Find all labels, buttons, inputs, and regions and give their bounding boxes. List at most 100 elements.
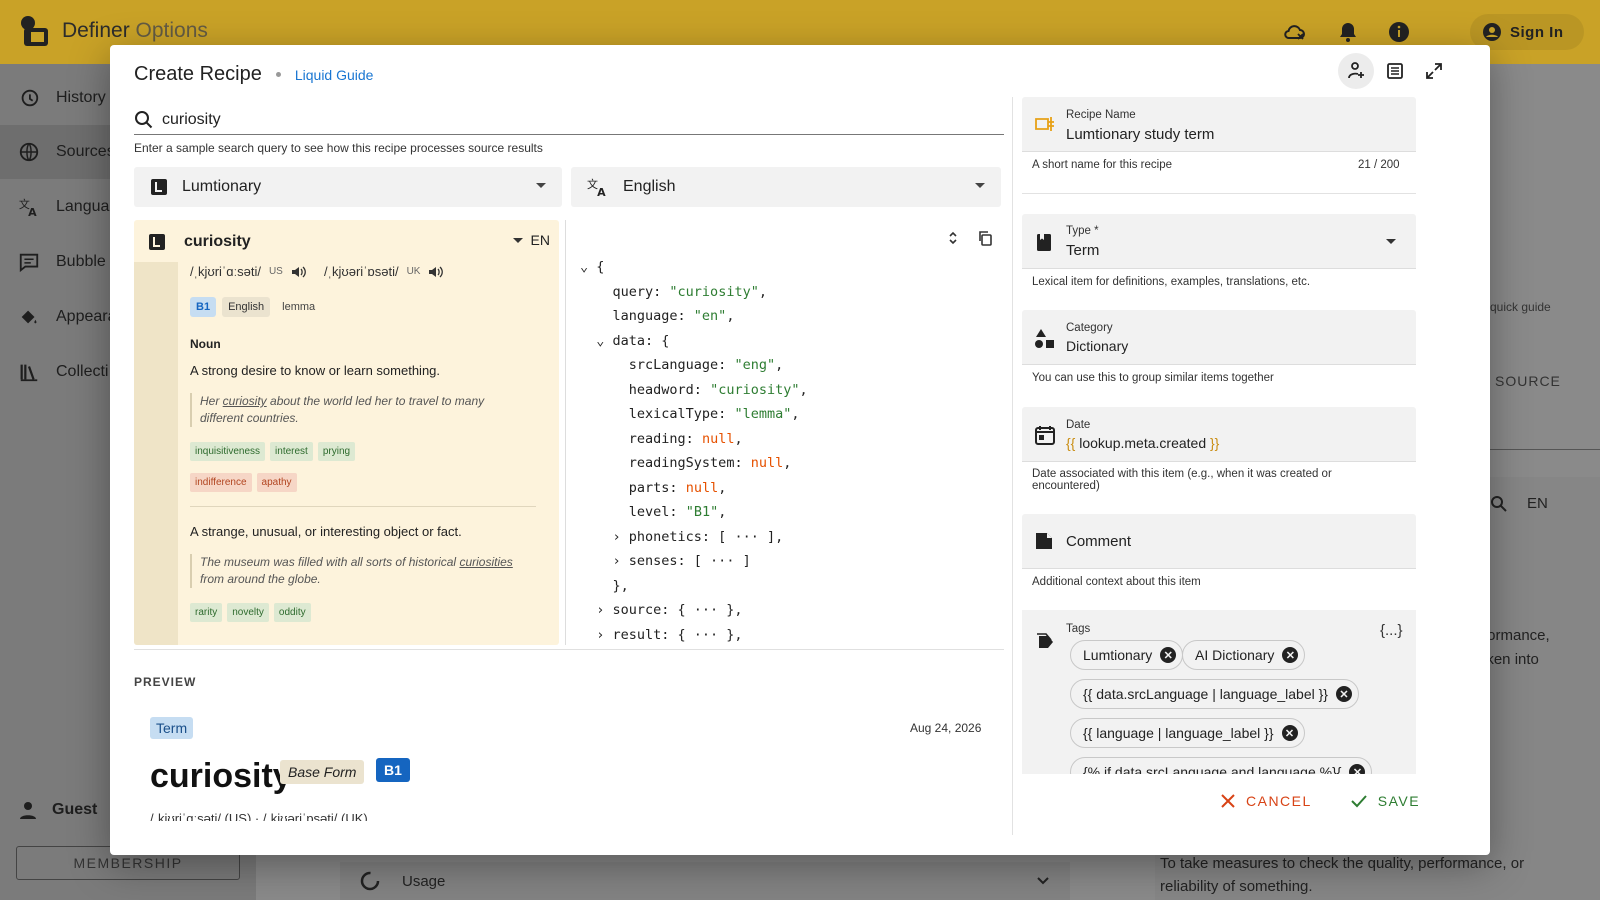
tag-chip[interactable]: AI Dictionary ✕ [1182,640,1306,670]
close-icon [1221,794,1235,808]
search-help: Enter a sample search query to see how t… [134,141,543,155]
antonym-chip[interactable]: indifference [190,473,252,492]
field-value: Lumtionary study term [1066,126,1215,143]
library-icon [20,364,38,382]
nav-label: Languag [56,198,119,215]
type-select[interactable]: Type * Term [1022,214,1416,269]
json-key: headword: [628,381,711,398]
tag-chip[interactable]: Lumtionary ✕ [1070,640,1184,670]
remove-tag-icon[interactable]: ✕ [1281,725,1298,741]
field-hint: You can use this to group similar items … [1032,372,1274,384]
check-icon [1351,795,1367,808]
calendar-icon [1035,426,1055,445]
person-add-icon [1348,62,1364,79]
synonym-chip[interactable]: inquisitiveness [190,442,266,461]
pane-divider [1012,97,1013,835]
json-value: "eng" [734,357,776,373]
save-button[interactable]: SAVE [1350,793,1420,809]
guest-user[interactable]: Guest [18,800,97,820]
loading-icon [360,871,380,891]
translate-icon: 文A [19,197,37,218]
recipe-name-field[interactable]: Recipe Name Lumtionary study term [1022,97,1416,152]
json-line[interactable]: › result: { ··· }, [580,623,808,648]
json-line: headword: "curiosity", [628,381,808,398]
source-select[interactable]: Lumtionary [134,167,562,207]
copy-icon[interactable] [977,230,993,246]
sample-search-field[interactable] [134,105,1004,135]
json-text: phonetics: [ ··· ], [628,528,784,545]
sign-in-label: Sign In [1510,23,1564,41]
synonym-chip[interactable]: oddity [273,603,311,622]
membership-label: MEMBERSHIP [73,855,183,871]
remove-tag-icon[interactable]: ✕ [1282,647,1299,663]
pane-divider [565,220,566,645]
label-icon [1035,117,1054,131]
json-value: null [685,479,719,496]
json-line: language: "en", [612,308,735,324]
cloud-off-icon[interactable] [1283,20,1307,44]
fullscreen-button[interactable] [1416,53,1452,89]
field-value: Term [1066,242,1100,259]
bg-text-bottom: To take measures to check the quality, p… [1160,855,1525,895]
synonym-chip[interactable]: prying [317,442,356,461]
separator-dot [275,72,281,77]
synonym-chip[interactable]: novelty [227,603,269,622]
json-text: result: { ··· }, [612,626,743,643]
search-icon [135,110,153,128]
info-icon[interactable] [1387,20,1411,44]
bell-icon[interactable] [1336,20,1360,44]
antonym-chip[interactable]: apathy [256,473,297,492]
liquid-toggle-button[interactable]: {...} [1380,622,1403,639]
remove-tag-icon[interactable]: ✕ [1349,764,1366,774]
nav-label: Appeara [56,308,117,325]
nav-label: History [56,89,106,106]
tag-chip[interactable]: {% if data.srcLanguage and language %}{ ✕ [1070,757,1373,774]
remove-tag-icon[interactable]: ✕ [1335,686,1352,702]
chat-icon [19,253,39,273]
json-key: srcLanguage: [628,357,735,373]
tag-label: {% if data.srcLanguage and language %}{ [1083,764,1342,774]
svg-text:A: A [28,206,37,218]
cancel-label: CANCEL [1246,793,1312,809]
speaker-icon[interactable] [291,265,307,279]
antonym-list: indifference apathy [190,473,297,492]
comment-field[interactable]: Comment [1022,514,1416,569]
date-field[interactable]: Date {{ lookup.meta.created }} [1022,407,1416,462]
app-logo-icon [21,16,48,46]
level-badge: B1 [190,297,217,317]
tag-chip[interactable]: {{ language | language_label }} ✕ [1070,718,1305,748]
list-view-button[interactable] [1377,53,1413,89]
json-key: parts: [628,479,686,496]
json-line[interactable]: ⌄ data: { [580,329,808,354]
remove-tag-icon[interactable]: ✕ [1160,647,1177,663]
preview-label: PREVIEW [134,675,197,689]
tag-chip[interactable]: {{ data.srcLanguage | language_label }} ✕ [1070,679,1359,709]
card-lang-toggle[interactable]: EN [512,232,550,248]
dropdown-arrow-icon [975,183,985,188]
language-select[interactable]: 文A English [571,167,1001,207]
phonetic-tag: US [268,266,283,277]
tags-field[interactable]: Tags {...} Lumtionary ✕ AI Dictionary ✕ {{… [1022,610,1416,774]
json-key: query: [612,283,670,300]
person-add-button[interactable] [1338,53,1374,89]
json-line[interactable]: › source: { ··· }, [580,598,808,623]
field-label: Comment [1066,533,1132,550]
synonym-chip[interactable]: rarity [190,603,223,622]
json-line[interactable]: ⌄ { [580,255,808,280]
field-value: {{ lookup.meta.created }} [1066,435,1219,451]
json-viewer: ⌄ { query: "curiosity", language: "en", … [580,255,808,647]
liquid-guide-link[interactable]: Liquid Guide [295,67,374,83]
cancel-button[interactable]: CANCEL [1220,793,1312,809]
category-field[interactable]: Category Dictionary [1022,310,1416,365]
sense-definition: A strange, unusual, or interesting objec… [190,524,462,539]
nav-label: Collecti [56,363,109,380]
preview-type-badge: Term [150,717,194,739]
expand-collapse-icon[interactable] [945,230,961,246]
synonym-chip[interactable]: interest [270,442,313,461]
json-line[interactable]: › phonetics: [ ··· ], [580,525,808,550]
speaker-icon[interactable] [428,265,444,279]
json-line[interactable]: › senses: [ ··· ] [580,549,808,574]
translate-icon: 文A [587,177,606,198]
search-input[interactable] [162,110,962,129]
bg-lang: EN [1527,495,1548,512]
